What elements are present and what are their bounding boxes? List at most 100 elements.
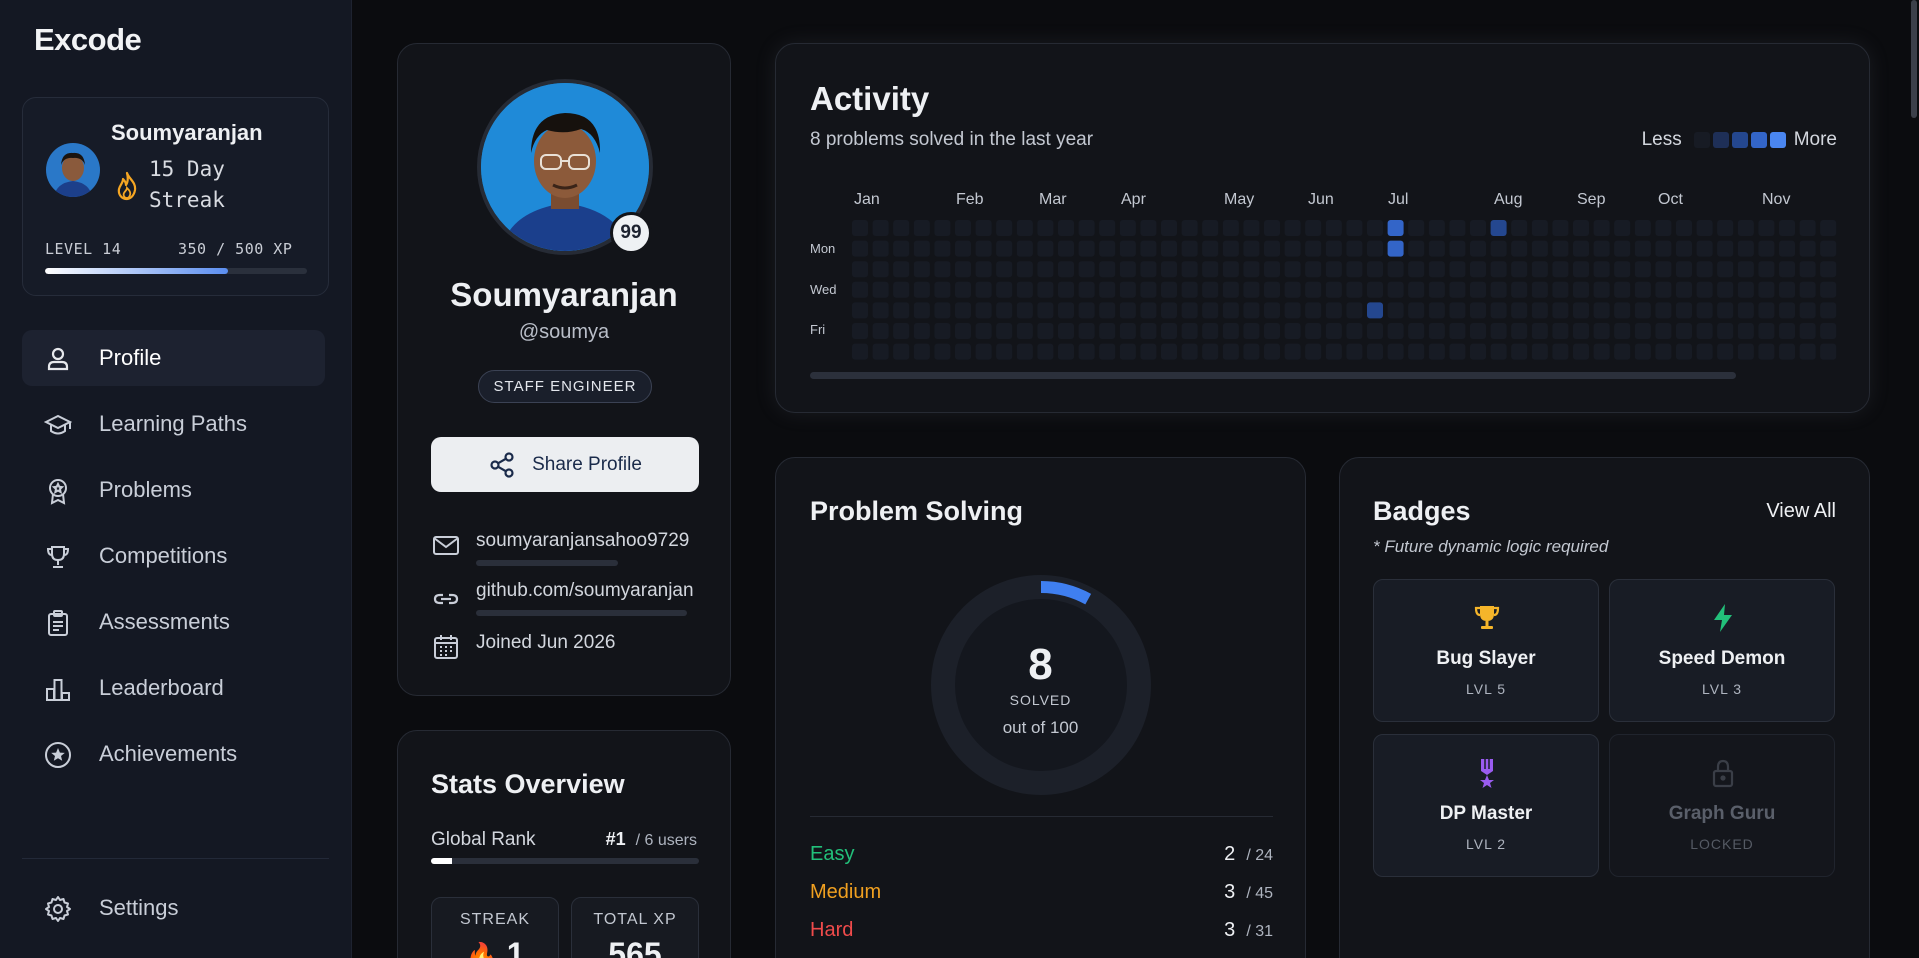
heatmap-cell[interactable]	[1305, 281, 1322, 298]
heatmap-cell[interactable]	[934, 220, 951, 236]
heatmap-cell[interactable]	[1202, 302, 1219, 319]
heatmap-cell[interactable]	[1016, 220, 1033, 236]
heatmap-cell[interactable]	[1325, 343, 1342, 360]
heatmap-cell-active[interactable]	[1367, 302, 1383, 319]
heatmap-cell[interactable]	[852, 220, 868, 236]
heatmap-cell[interactable]	[1573, 323, 1589, 339]
brand-logo[interactable]: Excode	[34, 22, 142, 58]
heatmap-cell[interactable]	[1655, 240, 1672, 257]
heatmap-cell[interactable]	[1099, 261, 1116, 278]
heatmap-cell[interactable]	[1511, 240, 1528, 257]
nav-item-competitions[interactable]: Competitions	[22, 528, 325, 584]
heatmap-cell[interactable]	[1408, 343, 1425, 360]
heatmap-cell[interactable]	[1593, 343, 1610, 360]
heatmap-cell[interactable]	[1614, 302, 1631, 319]
heatmap-cell[interactable]	[1552, 240, 1569, 257]
heatmap-cell[interactable]	[1016, 281, 1033, 298]
heatmap-cell[interactable]	[1387, 343, 1404, 360]
heatmap-cell[interactable]	[1799, 240, 1816, 257]
heatmap-cell[interactable]	[872, 343, 889, 360]
heatmap-cell[interactable]	[1284, 323, 1301, 339]
heatmap-cell[interactable]	[1346, 343, 1363, 360]
heatmap-cell[interactable]	[1490, 281, 1507, 298]
heatmap-cell[interactable]	[1799, 343, 1816, 360]
heatmap-cell[interactable]	[1284, 302, 1301, 319]
heatmap-cell[interactable]	[1449, 302, 1466, 319]
heatmap-cell[interactable]	[1325, 323, 1342, 339]
share-profile-button[interactable]: Share Profile	[431, 437, 699, 492]
heatmap-cell[interactable]	[1737, 240, 1754, 257]
heatmap-cell[interactable]	[1140, 343, 1157, 360]
heatmap-cell[interactable]	[1140, 281, 1157, 298]
heatmap-cell[interactable]	[1037, 240, 1054, 257]
badge-dp-master[interactable]: DP Master LVL 2	[1373, 734, 1599, 877]
page-scrollbar[interactable]	[1909, 0, 1919, 958]
heatmap-cell[interactable]	[1037, 323, 1054, 339]
heatmap-cell[interactable]	[1181, 261, 1198, 278]
heatmap-cell[interactable]	[1490, 302, 1507, 319]
heatmap-cell[interactable]	[1428, 323, 1445, 339]
heatmap-cell[interactable]	[1408, 240, 1425, 257]
heatmap-cell[interactable]	[1058, 302, 1074, 319]
badge-speed-demon[interactable]: Speed Demon LVL 3	[1609, 579, 1835, 722]
heatmap-cell[interactable]	[913, 323, 930, 339]
heatmap-cell[interactable]	[1614, 281, 1631, 298]
heatmap-cell[interactable]	[1531, 261, 1548, 278]
heatmap-cell[interactable]	[1490, 323, 1507, 339]
heatmap-cell[interactable]	[1779, 281, 1795, 298]
heatmap-cell[interactable]	[1016, 240, 1033, 257]
heatmap-cell[interactable]	[1531, 281, 1548, 298]
heatmap-cell[interactable]	[1676, 323, 1692, 339]
heatmap-cell[interactable]	[1078, 343, 1095, 360]
heatmap-cell[interactable]	[1552, 302, 1569, 319]
heatmap-cell[interactable]	[1820, 261, 1837, 278]
avatar[interactable]	[46, 143, 100, 197]
heatmap-cell[interactable]	[1696, 302, 1713, 319]
heatmap-cell[interactable]	[1449, 323, 1466, 339]
heatmap-cell[interactable]	[1428, 302, 1445, 319]
heatmap-cell[interactable]	[1078, 220, 1095, 236]
heatmap-cell[interactable]	[1614, 240, 1631, 257]
heatmap-cell[interactable]	[1470, 220, 1486, 236]
heatmap-cell[interactable]	[1799, 281, 1816, 298]
heatmap-cell[interactable]	[1717, 240, 1734, 257]
heatmap-cell[interactable]	[975, 281, 992, 298]
heatmap-cell[interactable]	[1779, 343, 1795, 360]
heatmap-cell[interactable]	[1243, 261, 1260, 278]
heatmap-cell[interactable]	[1470, 261, 1486, 278]
heatmap-cell[interactable]	[1325, 240, 1342, 257]
heatmap-cell[interactable]	[1181, 343, 1198, 360]
heatmap-cell[interactable]	[1737, 343, 1754, 360]
heatmap-cell[interactable]	[1655, 343, 1672, 360]
heatmap-cell[interactable]	[1243, 220, 1260, 236]
heatmap-cell[interactable]	[955, 220, 971, 236]
heatmap-cell[interactable]	[872, 323, 889, 339]
heatmap-cell[interactable]	[1737, 261, 1754, 278]
heatmap-cell[interactable]	[1758, 261, 1775, 278]
heatmap-cell[interactable]	[1717, 261, 1734, 278]
heatmap-cell[interactable]	[1779, 240, 1795, 257]
heatmap-cell[interactable]	[934, 343, 951, 360]
heatmap-cell[interactable]	[955, 261, 971, 278]
heatmap-cell[interactable]	[1346, 323, 1363, 339]
heatmap-cell[interactable]	[1717, 281, 1734, 298]
heatmap-cell[interactable]	[1140, 240, 1157, 257]
view-all-link[interactable]: View All	[1766, 500, 1836, 523]
heatmap-cell[interactable]	[1284, 240, 1301, 257]
heatmap-cell[interactable]	[1325, 302, 1342, 319]
heatmap-cell[interactable]	[1696, 343, 1713, 360]
heatmap-cell[interactable]	[1470, 281, 1486, 298]
heatmap-cell[interactable]	[1552, 261, 1569, 278]
heatmap-cell[interactable]	[975, 220, 992, 236]
badge-graph-guru[interactable]: Graph Guru LOCKED	[1609, 734, 1835, 877]
heatmap-cell[interactable]	[1820, 323, 1837, 339]
heatmap-cell[interactable]	[1531, 220, 1548, 236]
heatmap-cell[interactable]	[1490, 240, 1507, 257]
heatmap-cell[interactable]	[1161, 240, 1177, 257]
heatmap-cell[interactable]	[1428, 240, 1445, 257]
heatmap-cell[interactable]	[1325, 220, 1342, 236]
heatmap-cell[interactable]	[1387, 323, 1404, 339]
heatmap-cell[interactable]	[893, 343, 910, 360]
heatmap-cell[interactable]	[1717, 220, 1734, 236]
heatmap-cell[interactable]	[1655, 302, 1672, 319]
